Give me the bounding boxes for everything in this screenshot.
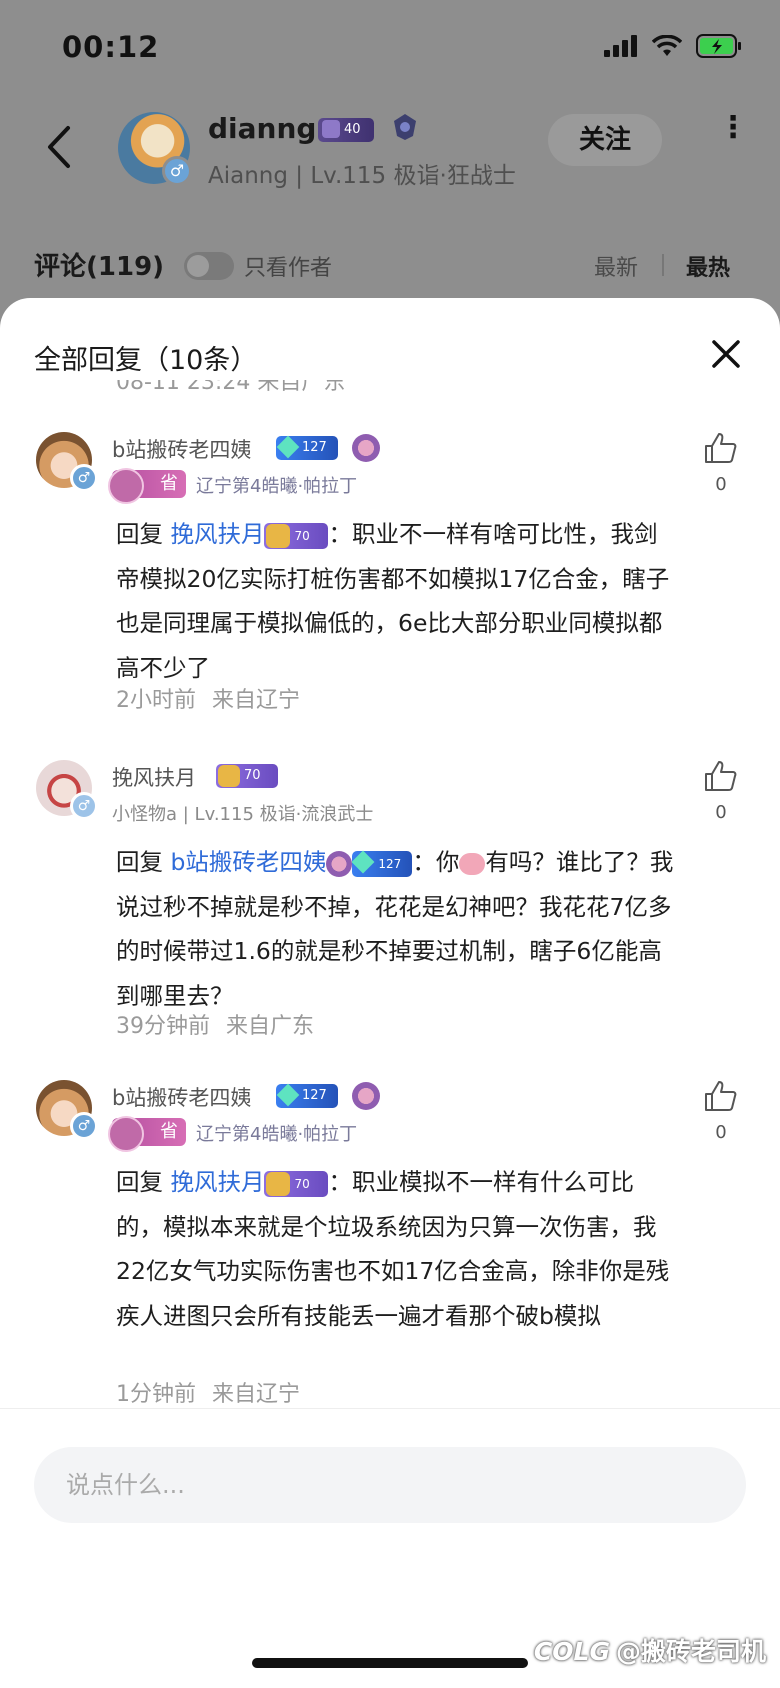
back-button[interactable]: [40, 122, 80, 172]
home-indicator[interactable]: [252, 1658, 528, 1668]
like-count: 0: [715, 1122, 727, 1143]
status-bar: 00:12: [0, 0, 780, 100]
reply-user-subtitle: 辽宁第4皓曦·帕拉丁: [196, 1124, 358, 1145]
reply-time: 2小时前: [116, 688, 196, 713]
thumbs-up-icon: [705, 761, 737, 791]
like-button[interactable]: 0: [698, 760, 744, 823]
clipped-timestamp: 08-11 23:24 来自广东: [116, 380, 346, 394]
reply-content-part1: ：你: [412, 848, 460, 876]
reply-prefix: 回复: [116, 1168, 171, 1196]
reply-prefix: 回复: [116, 848, 171, 876]
sort-newest-tab[interactable]: 最新: [594, 250, 638, 282]
reply-username[interactable]: 挽风扶月: [112, 762, 196, 792]
watermark: COLG @搬砖老司机: [534, 1632, 766, 1668]
like-count: 0: [715, 474, 727, 495]
reply-location: 来自广东: [226, 1014, 315, 1039]
reply-username[interactable]: b站搬砖老四姨: [112, 434, 251, 464]
level-badge: 70: [264, 522, 329, 549]
reply-meta: 1分钟前 来自辽宁: [116, 1376, 300, 1408]
reply-user-subtitle: 辽宁第4皓曦·帕拉丁: [196, 476, 358, 497]
status-time: 00:12: [62, 30, 160, 64]
level-badge: 70: [216, 764, 278, 788]
province-badge: 省: [108, 468, 186, 504]
like-button[interactable]: 0: [698, 1080, 744, 1143]
male-icon: ♂: [70, 1112, 98, 1140]
like-button[interactable]: 0: [698, 432, 744, 495]
mention-link[interactable]: b站搬砖老四姨: [170, 848, 326, 876]
reply-time: 39分钟前: [116, 1014, 210, 1039]
reply-user-subtitle: 小怪物a | Lv.115 极诣·流浪武士: [112, 804, 374, 825]
reply-item: ♂ b站搬砖老四姨 127 省 辽宁第4皓曦·帕拉丁 0 回复 挽风扶月 70 ：职…: [0, 432, 780, 722]
reply-text: 回复 b站搬砖老四姨 127 ：你 有吗？谁比了？我说过秒不掉就是秒不掉，花花是幻神吧…: [116, 840, 676, 1018]
wifi-icon: [652, 35, 682, 56]
sort-hottest-tab[interactable]: 最热: [686, 250, 730, 282]
profile-header: ♂ dianng 40 Aianng | Lv.115 极诣·狂战士 关注 ⋮: [0, 100, 780, 210]
level-badge: 127: [276, 436, 338, 460]
sheet-title: 全部回复（10条）: [34, 345, 258, 376]
thumbs-up-icon: [705, 433, 737, 463]
author-only-label[interactable]: 只看作者: [244, 250, 332, 282]
thumbs-up-icon: [705, 1081, 737, 1111]
reply-meta: 2小时前 来自辽宁: [116, 682, 300, 714]
reply-text: 回复 挽风扶月 70 ：职业不一样有啥可比性，我剑帝模拟20亿实际打桩伤害都不如模拟…: [116, 512, 676, 690]
like-count: 0: [715, 802, 727, 823]
watermark-text: @搬砖老司机: [615, 1637, 766, 1666]
battery-icon: [696, 34, 741, 58]
reply-text: 回复 挽风扶月 70 ：职业模拟不一样有什么可比的，模拟本来就是个垃圾系统因为只算一…: [116, 1160, 676, 1338]
background-page: 00:12 ♂ dianng 40 Aianng | Lv.115 极诣·狂战士…: [0, 0, 780, 320]
male-icon: ♂: [162, 156, 192, 186]
status-icons: [604, 34, 742, 58]
reply-item: ♂ b站搬砖老四姨 127 省 辽宁第4皓曦·帕拉丁 0 回复 挽风扶月 70 ：职…: [0, 1080, 780, 1420]
reply-location: 来自辽宁: [212, 688, 301, 713]
signal-icon: [604, 35, 637, 57]
male-icon: ♂: [70, 464, 98, 492]
reply-username[interactable]: b站搬砖老四姨: [112, 1082, 251, 1112]
reply-time: 1分钟前: [116, 1382, 196, 1407]
mention-link[interactable]: 挽风扶月: [170, 520, 264, 548]
more-options-icon[interactable]: ⋮: [718, 113, 748, 162]
comments-count-title: 评论(119): [34, 252, 165, 282]
level-badge: 127: [276, 1084, 338, 1108]
reply-item: ♂ 挽风扶月 70 小怪物a | Lv.115 极诣·流浪武士 0 回复 b站搬…: [0, 760, 780, 1050]
sort-divider: [662, 254, 664, 276]
male-icon: ♂: [70, 792, 98, 820]
follow-button[interactable]: 关注: [548, 114, 662, 166]
watermark-logo: COLG: [533, 1637, 610, 1666]
reply-prefix: 回复: [116, 520, 171, 548]
level-badge: 40: [318, 118, 374, 142]
rank-emblem-icon: [394, 114, 416, 140]
author-only-toggle[interactable]: [184, 252, 234, 280]
comments-bar: 评论(119) 只看作者 最新 最热: [0, 240, 780, 290]
reply-input[interactable]: [34, 1447, 746, 1523]
level-badge: 127: [352, 850, 413, 877]
reply-meta: 39分钟前 来自广东: [116, 1008, 314, 1040]
mention-link[interactable]: 挽风扶月: [170, 1168, 264, 1196]
author-name[interactable]: dianng: [208, 112, 316, 145]
crest-icon: [326, 850, 353, 877]
reply-location: 来自辽宁: [212, 1382, 301, 1407]
close-icon[interactable]: [710, 338, 742, 370]
author-subtitle: Aianng | Lv.115 极诣·狂战士: [208, 163, 516, 189]
level-badge: 70: [264, 1170, 329, 1197]
brain-emoji-icon: [459, 852, 486, 875]
province-badge: 省: [108, 1116, 186, 1152]
crest-icon: [352, 434, 380, 462]
crest-icon: [352, 1082, 380, 1110]
